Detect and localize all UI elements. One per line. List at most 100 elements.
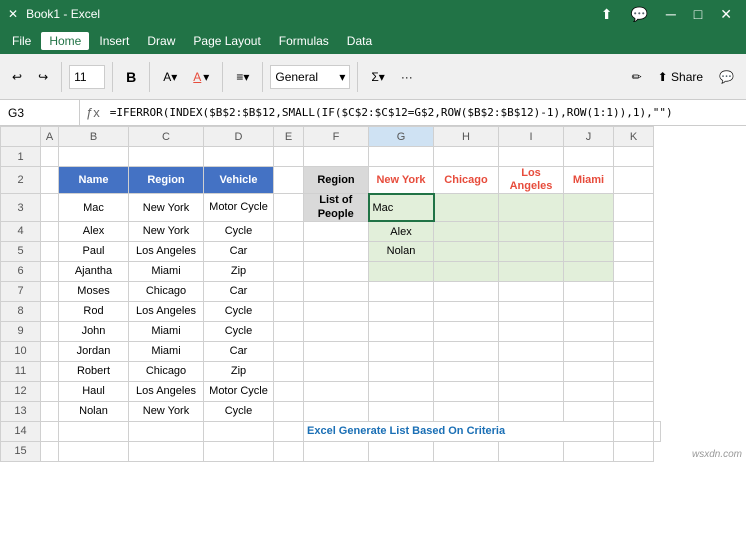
- cell-J4[interactable]: [564, 221, 614, 241]
- cell-K2[interactable]: [614, 167, 654, 194]
- cell-C7[interactable]: Chicago: [129, 281, 204, 301]
- cell-K8[interactable]: [614, 301, 654, 321]
- cell-G2[interactable]: New York: [369, 167, 434, 194]
- cell-F2[interactable]: Region: [304, 167, 369, 194]
- cell-I11[interactable]: [499, 361, 564, 381]
- cell-K10[interactable]: [614, 341, 654, 361]
- cell-D1[interactable]: [204, 147, 274, 167]
- menu-formulas[interactable]: Formulas: [271, 32, 337, 50]
- cell-I7[interactable]: [499, 281, 564, 301]
- cell-C1[interactable]: [129, 147, 204, 167]
- cell-C10[interactable]: Miami: [129, 341, 204, 361]
- cell-F4[interactable]: [304, 221, 369, 241]
- cell-E8[interactable]: [274, 301, 304, 321]
- cell-F13[interactable]: [304, 401, 369, 421]
- cell-B4[interactable]: Alex: [59, 221, 129, 241]
- cell-H10[interactable]: [434, 341, 499, 361]
- cell-I4[interactable]: [499, 221, 564, 241]
- comments-button[interactable]: 💬: [624, 6, 653, 23]
- cell-K7[interactable]: [614, 281, 654, 301]
- cell-D4[interactable]: Cycle: [204, 221, 274, 241]
- font-color-button[interactable]: A▾: [187, 61, 215, 93]
- cell-I9[interactable]: [499, 321, 564, 341]
- cell-H11[interactable]: [434, 361, 499, 381]
- cell-J12[interactable]: [564, 381, 614, 401]
- cell-F8[interactable]: [304, 301, 369, 321]
- cell-B14[interactable]: [59, 421, 129, 441]
- cell-G15[interactable]: [369, 441, 434, 461]
- cell-D14[interactable]: [204, 421, 274, 441]
- cell-reference-box[interactable]: G3: [0, 100, 80, 125]
- cell-F11[interactable]: [304, 361, 369, 381]
- cell-K1[interactable]: [614, 147, 654, 167]
- menu-file[interactable]: File: [4, 32, 39, 50]
- more-button[interactable]: ···: [395, 61, 419, 93]
- col-G[interactable]: G: [369, 127, 434, 147]
- cell-A14[interactable]: [41, 421, 59, 441]
- formula-input[interactable]: =IFERROR(INDEX($B$2:$B$12,SMALL(IF($C$2:…: [106, 106, 746, 119]
- minimize-button[interactable]: ─: [660, 6, 682, 22]
- col-B[interactable]: B: [59, 127, 129, 147]
- cell-E10[interactable]: [274, 341, 304, 361]
- cell-K11[interactable]: [614, 361, 654, 381]
- cell-B7[interactable]: Moses: [59, 281, 129, 301]
- cell-I5[interactable]: [499, 241, 564, 261]
- cell-J10[interactable]: [564, 341, 614, 361]
- share-button[interactable]: ⬆: [595, 6, 619, 23]
- cell-A2[interactable]: [41, 167, 59, 194]
- cell-A12[interactable]: [41, 381, 59, 401]
- cell-C9[interactable]: Miami: [129, 321, 204, 341]
- cell-B2[interactable]: Name: [59, 167, 129, 194]
- cell-D10[interactable]: Car: [204, 341, 274, 361]
- pen-button[interactable]: ✏: [626, 61, 648, 93]
- cell-C8[interactable]: Los Angeles: [129, 301, 204, 321]
- cell-J2[interactable]: Miami: [564, 167, 614, 194]
- col-C[interactable]: C: [129, 127, 204, 147]
- cell-G8[interactable]: [369, 301, 434, 321]
- cell-H1[interactable]: [434, 147, 499, 167]
- cell-E2[interactable]: [274, 167, 304, 194]
- cell-C12[interactable]: Los Angeles: [129, 381, 204, 401]
- col-E[interactable]: E: [274, 127, 304, 147]
- cell-J9[interactable]: [564, 321, 614, 341]
- undo-button[interactable]: ↩: [6, 61, 28, 93]
- cell-A7[interactable]: [41, 281, 59, 301]
- cell-B6[interactable]: Ajantha: [59, 261, 129, 281]
- cell-C5[interactable]: Los Angeles: [129, 241, 204, 261]
- cell-H8[interactable]: [434, 301, 499, 321]
- cell-K14[interactable]: [654, 421, 661, 441]
- cell-D7[interactable]: Car: [204, 281, 274, 301]
- cell-A3[interactable]: [41, 194, 59, 221]
- cell-H15[interactable]: [434, 441, 499, 461]
- menu-data[interactable]: Data: [339, 32, 380, 50]
- cell-E1[interactable]: [274, 147, 304, 167]
- cell-A4[interactable]: [41, 221, 59, 241]
- cell-F15[interactable]: [304, 441, 369, 461]
- cell-K6[interactable]: [614, 261, 654, 281]
- cell-D3[interactable]: Motor Cycle: [204, 194, 274, 221]
- cell-K3[interactable]: [614, 194, 654, 221]
- cell-D2[interactable]: Vehicle: [204, 167, 274, 194]
- align-button[interactable]: ≡▾: [230, 61, 255, 93]
- cell-B8[interactable]: Rod: [59, 301, 129, 321]
- cell-I3[interactable]: [499, 194, 564, 221]
- cell-G5[interactable]: Nolan: [369, 241, 434, 261]
- cell-I10[interactable]: [499, 341, 564, 361]
- col-K[interactable]: K: [614, 127, 654, 147]
- cell-E13[interactable]: [274, 401, 304, 421]
- format-dropdown[interactable]: General ▾: [270, 65, 350, 89]
- cell-J5[interactable]: [564, 241, 614, 261]
- cell-G1[interactable]: [369, 147, 434, 167]
- cell-J13[interactable]: [564, 401, 614, 421]
- cell-E6[interactable]: [274, 261, 304, 281]
- cell-J11[interactable]: [564, 361, 614, 381]
- cell-H12[interactable]: [434, 381, 499, 401]
- cell-I8[interactable]: [499, 301, 564, 321]
- redo-button[interactable]: ↪: [32, 61, 54, 93]
- cell-B12[interactable]: Haul: [59, 381, 129, 401]
- cell-E14[interactable]: [274, 421, 304, 441]
- col-A[interactable]: A: [41, 127, 59, 147]
- cell-G7[interactable]: [369, 281, 434, 301]
- cell-B1[interactable]: [59, 147, 129, 167]
- col-H[interactable]: H: [434, 127, 499, 147]
